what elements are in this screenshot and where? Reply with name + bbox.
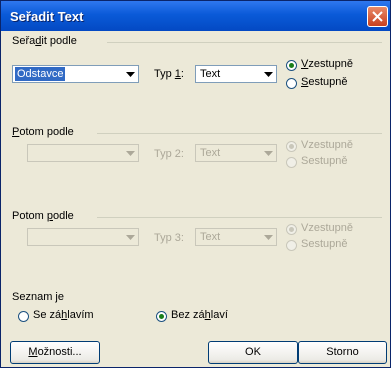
then-by-1-descending-radio[interactable]: [286, 157, 297, 168]
sort-by-field-combo[interactable]: Odstavce: [12, 65, 139, 83]
then-by-2-descending-radio[interactable]: [286, 240, 297, 251]
sort-by-ascending-radio[interactable]: [286, 60, 297, 71]
with-header-label[interactable]: Se záhlavím: [33, 309, 94, 321]
then-by-1-field-value: [30, 146, 34, 148]
cancel-button[interactable]: Storno: [298, 341, 387, 364]
then-by-2-label: Potom podle: [12, 210, 74, 222]
then-by-2-type-value: Text: [200, 231, 221, 243]
sort-by-descending-label[interactable]: Sestupně: [301, 76, 348, 88]
sort-by-type-label: Typ 1:: [154, 68, 184, 80]
radio-selected-dot: [289, 63, 294, 68]
sort-by-descending-radio[interactable]: [286, 78, 297, 89]
sort-by-field-value: Odstavce: [15, 67, 66, 81]
then-by-1-type-label: Typ 2:: [154, 148, 184, 160]
then-by-1-label: Potom podle: [12, 126, 74, 138]
sort-by-type-value: Text: [200, 68, 221, 80]
then-by-2-divider: [97, 217, 382, 218]
then-by-1-descending-label[interactable]: Sestupně: [301, 155, 347, 167]
then-by-1-field-combo[interactable]: [27, 144, 139, 162]
chevron-down-icon: [264, 72, 273, 77]
chevron-down-icon: [126, 151, 135, 156]
then-by-2-ascending-radio[interactable]: [286, 224, 297, 235]
sort-by-field-dropdown-arrow[interactable]: [123, 67, 137, 81]
chevron-down-icon: [126, 72, 135, 77]
then-by-1-ascending-radio[interactable]: [286, 141, 297, 152]
then-by-1-divider: [97, 133, 382, 134]
chevron-down-icon: [264, 151, 273, 156]
then-by-2-ascending-label[interactable]: Vzestupně: [301, 222, 353, 234]
radio-selected-dot: [159, 314, 164, 319]
sort-by-type-combo[interactable]: Text: [195, 65, 277, 83]
dialog-title: Seřadit Text: [10, 9, 84, 24]
sort-by-type-dropdown-arrow[interactable]: [261, 67, 275, 81]
then-by-2-field-dropdown-arrow[interactable]: [123, 230, 137, 244]
no-header-radio[interactable]: [156, 311, 167, 322]
sort-by-label: Seřadit podle: [12, 35, 77, 47]
then-by-2-type-dropdown-arrow[interactable]: [261, 230, 275, 244]
sort-by-divider: [107, 42, 382, 43]
sort-by-ascending-label[interactable]: Vzestupně: [301, 58, 353, 70]
then-by-1-ascending-label[interactable]: Vzestupně: [301, 139, 353, 151]
radio-selected-dot: [289, 227, 294, 232]
then-by-1-type-dropdown-arrow[interactable]: [261, 146, 275, 160]
chevron-down-icon: [126, 235, 135, 240]
then-by-1-type-combo[interactable]: Text: [195, 144, 277, 162]
ok-button[interactable]: OK: [208, 341, 298, 364]
then-by-1-type-value: Text: [200, 147, 221, 159]
with-header-radio[interactable]: [18, 311, 29, 322]
close-button[interactable]: [367, 6, 388, 27]
then-by-2-field-combo[interactable]: [27, 228, 139, 246]
chevron-down-icon: [264, 235, 273, 240]
then-by-1-field-dropdown-arrow[interactable]: [123, 146, 137, 160]
no-header-label[interactable]: Bez záhlaví: [171, 309, 228, 321]
title-bar[interactable]: Seřadit Text: [1, 1, 390, 31]
close-icon: [372, 11, 383, 22]
then-by-2-type-combo[interactable]: Text: [195, 228, 277, 246]
sort-text-dialog: Seřadit Text Seřadit podle Odstavce Typ …: [0, 0, 391, 368]
list-label: Seznam je: [12, 291, 64, 303]
radio-selected-dot: [289, 144, 294, 149]
then-by-2-descending-label[interactable]: Sestupně: [301, 238, 347, 250]
options-button[interactable]: Možnosti...: [10, 341, 100, 364]
then-by-2-field-value: [30, 230, 34, 232]
then-by-2-type-label: Typ 3:: [154, 232, 184, 244]
